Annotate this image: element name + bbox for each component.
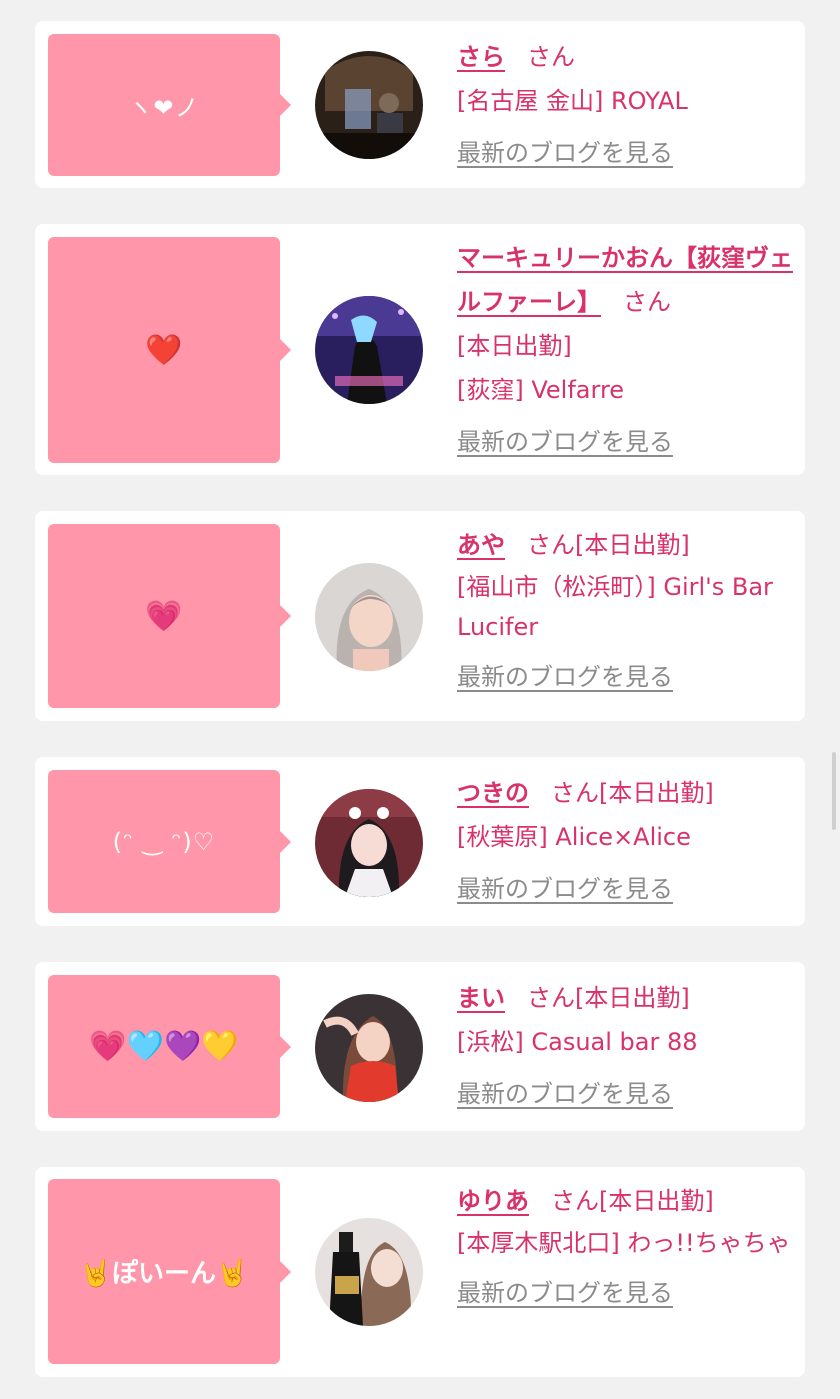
honorific: さん — [551, 779, 599, 807]
status-text: [本日出勤] — [575, 984, 690, 1012]
cast-name-link[interactable]: ゆりあ — [457, 1187, 529, 1215]
message-bubble: (ᵔ ‿ ᵔ)♡ — [48, 770, 291, 913]
cast-info: マーキュリーかおん【荻窪ヴェルファーレ】 さん [本日出勤] [荻窪] Velfa… — [457, 236, 793, 464]
honorific: さん — [551, 1187, 599, 1215]
avatar[interactable] — [315, 296, 423, 404]
message-text: 🤘ぽいーん🤘 — [79, 1259, 249, 1289]
latest-blog-link[interactable]: 最新のブログを見る — [457, 867, 673, 911]
avatar[interactable] — [315, 563, 423, 671]
honorific: さん — [527, 531, 575, 559]
cast-name-link[interactable]: つきの — [457, 779, 529, 807]
message-bubble: 🤘ぽいーん🤘 — [48, 1179, 291, 1364]
avatar-photo-dark-bar-icon — [315, 51, 423, 159]
cast-card: ❤️ マーキュリーかおん【荻窪ヴェルファーレ】 さん [本日出勤] [荻窪] Ve… — [35, 224, 805, 475]
avatar-photo-red-dress-icon — [315, 994, 423, 1102]
avatar-photo-maid-icon — [315, 789, 423, 897]
message-text: (ᵔ ‿ ᵔ)♡ — [112, 827, 216, 856]
status-line: [本日出勤] — [457, 332, 572, 360]
shop-line: [浜松] Casual bar 88 — [457, 1028, 698, 1056]
cast-card: ヽ❤ノ さら さん [名古屋 金山] ROYAL 最新のブログを見る — [35, 21, 805, 188]
scrollbar[interactable] — [832, 752, 836, 830]
latest-blog-link[interactable]: 最新のブログを見る — [457, 1271, 673, 1315]
cast-name-link[interactable]: まい — [457, 984, 505, 1012]
latest-blog-link[interactable]: 最新のブログを見る — [457, 420, 673, 464]
avatar[interactable] — [315, 51, 423, 159]
latest-blog-link[interactable]: 最新のブログを見る — [457, 1072, 673, 1116]
message-text: ❤️ — [145, 332, 183, 368]
honorific: さん — [527, 984, 575, 1012]
avatar[interactable] — [315, 789, 423, 897]
cast-info: さら さん [名古屋 金山] ROYAL 最新のブログを見る — [457, 35, 793, 175]
cast-card: (ᵔ ‿ ᵔ)♡ つきの さん[本日出勤] [秋葉原] Alice×Alice 最… — [35, 757, 805, 926]
latest-blog-link[interactable]: 最新のブログを見る — [457, 655, 673, 699]
message-bubble: ❤️ — [48, 237, 291, 463]
message-bubble: 💗 — [48, 524, 291, 708]
avatar[interactable] — [315, 1218, 423, 1326]
cast-card: 🤘ぽいーん🤘 ゆりあ さん[本日出勤] [本厚木駅北口] わっ!!ちゃちゃ 最新の… — [35, 1167, 805, 1377]
shop-line: [名古屋 金山] ROYAL — [457, 87, 688, 115]
message-bubble: 💗🩵💜💛 — [48, 975, 291, 1118]
honorific: さん — [623, 288, 671, 316]
cast-name-link[interactable]: あや — [457, 531, 505, 559]
cast-card: 💗🩵💜💛 まい さん[本日出勤] [浜松] Casual bar 88 最新のブロ… — [35, 962, 805, 1131]
status-text: [本日出勤] — [599, 779, 714, 807]
cast-card: 💗 あや さん[本日出勤] [福山市（松浜町）] Girl's Bar Lucif… — [35, 511, 805, 721]
cast-info: あや さん[本日出勤] [福山市（松浜町）] Girl's Bar Lucifer… — [457, 523, 793, 699]
message-text: 💗🩵💜💛 — [89, 1029, 239, 1064]
avatar-photo-champagne-icon — [315, 1218, 423, 1326]
avatar-photo-portrait-icon — [315, 563, 423, 671]
message-bubble: ヽ❤ノ — [48, 34, 291, 176]
avatar-photo-purple-bar-icon — [315, 296, 423, 404]
message-text: 💗 — [145, 598, 183, 634]
status-text: [本日出勤] — [575, 531, 690, 559]
cast-name-link[interactable]: さら — [457, 43, 505, 71]
cast-info: まい さん[本日出勤] [浜松] Casual bar 88 最新のブログを見る — [457, 976, 793, 1116]
message-text: ヽ❤ノ — [128, 93, 200, 122]
status-text: [本日出勤] — [599, 1187, 714, 1215]
cast-info: つきの さん[本日出勤] [秋葉原] Alice×Alice 最新のブログを見る — [457, 771, 793, 911]
shop-line: [本厚木駅北口] わっ!!ちゃちゃ — [457, 1229, 791, 1257]
shop-line: [秋葉原] Alice×Alice — [457, 823, 691, 851]
honorific: さん — [527, 43, 575, 71]
cast-info: ゆりあ さん[本日出勤] [本厚木駅北口] わっ!!ちゃちゃ 最新のブログを見る — [457, 1179, 793, 1315]
latest-blog-link[interactable]: 最新のブログを見る — [457, 131, 673, 175]
shop-line: [荻窪] Velfarre — [457, 376, 625, 404]
shop-line: [福山市（松浜町）] Girl's Bar Lucifer — [457, 573, 773, 641]
avatar[interactable] — [315, 994, 423, 1102]
